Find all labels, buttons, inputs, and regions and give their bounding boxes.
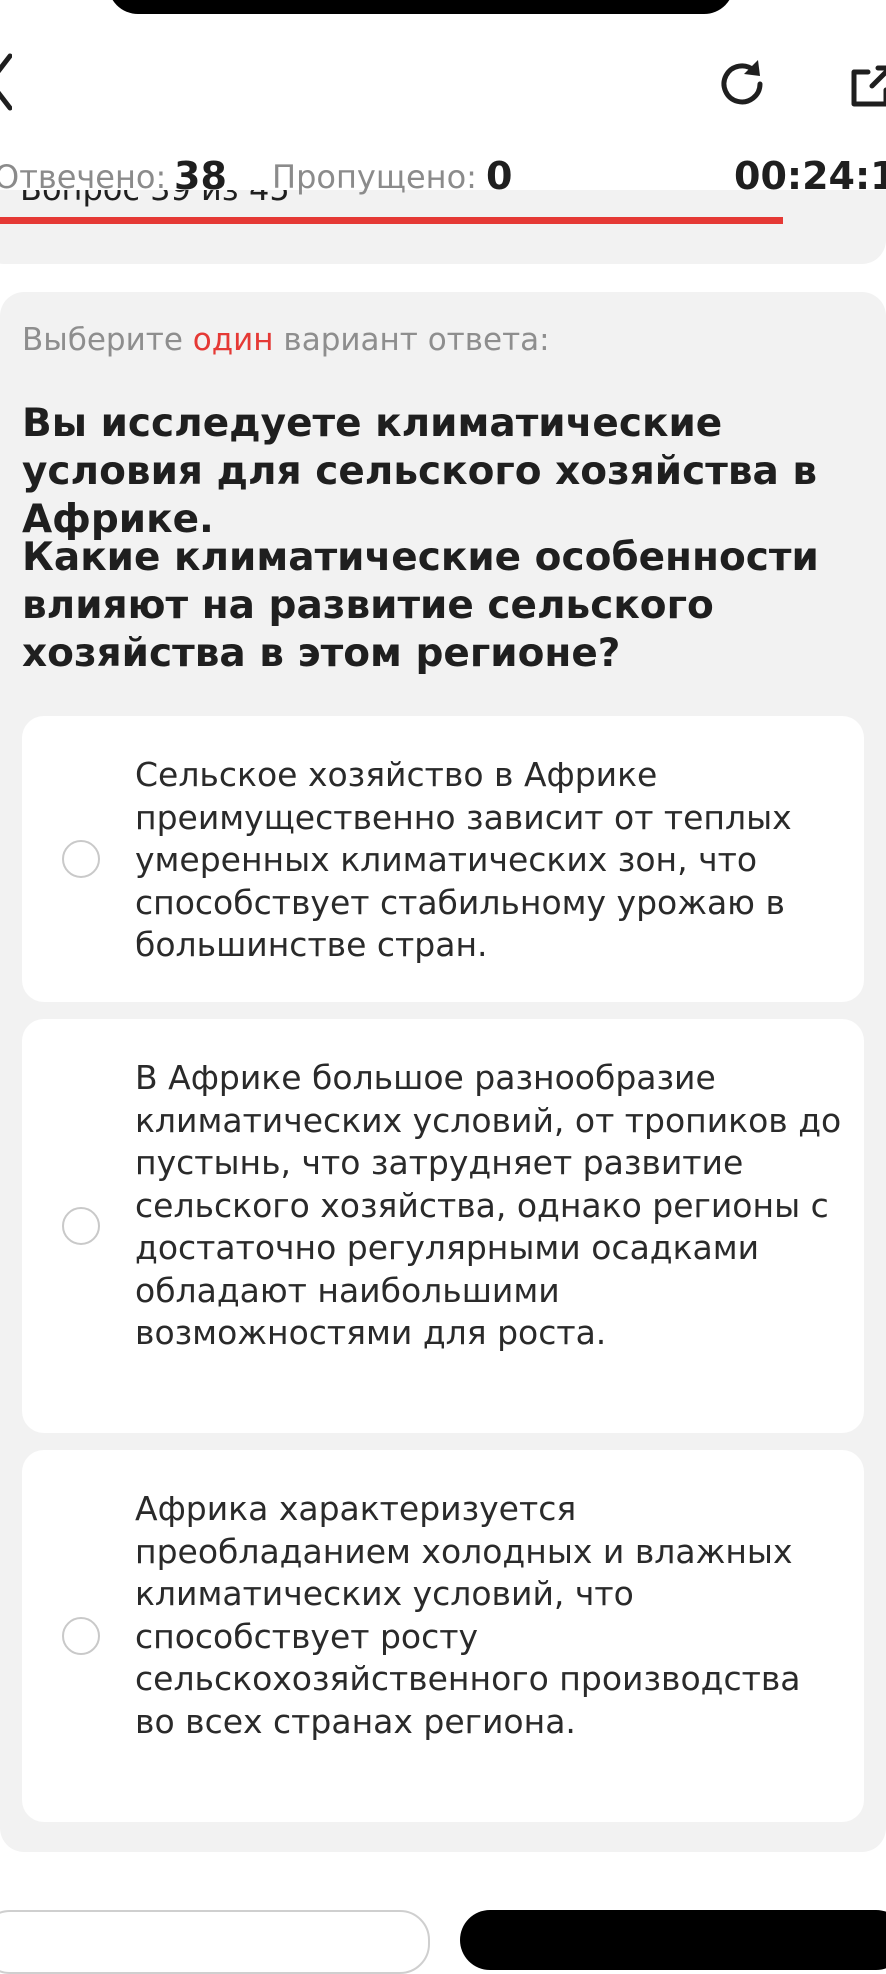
answer-option-3[interactable]: Африка характеризуется преобладанием хол… — [22, 1450, 864, 1822]
instruction-suffix: вариант ответа: — [273, 322, 550, 358]
stats-bar: Отвечено: 38 Пропущено: 0 00:24:12 — [0, 150, 886, 210]
instruction: Выберите один вариант ответа: — [22, 322, 550, 358]
instruction-accent: один — [192, 322, 274, 358]
timer: 00:24:12 — [734, 154, 886, 198]
skipped-label: Пропущено: — [272, 158, 477, 196]
next-button[interactable] — [460, 1910, 886, 1970]
reload-icon[interactable] — [714, 56, 770, 112]
radio-button[interactable] — [62, 1207, 100, 1245]
instruction-prefix: Выберите — [22, 322, 193, 358]
radio-button[interactable] — [62, 1617, 100, 1655]
answer-option-2[interactable]: В Африке большое разнообразие климатичес… — [22, 1019, 864, 1433]
question-text-2: Какие климатические особенности влияют н… — [22, 535, 819, 676]
answered-label: Отвечено: — [0, 158, 167, 196]
external-link-icon[interactable] — [846, 62, 886, 112]
radio-button[interactable] — [62, 840, 100, 878]
progress-bar — [0, 217, 783, 224]
skipped-count: 0 — [486, 154, 513, 198]
top-bar — [0, 0, 886, 170]
answer-option-text: В Африке большое разнообразие климатичес… — [135, 1058, 842, 1352]
question-text-1: Вы исследуете климатические условия для … — [22, 401, 818, 542]
answer-option-text: Африка характеризуется преобладанием хол… — [135, 1489, 801, 1741]
answer-option-text: Сельское хозяйство в Африке преимуществе… — [135, 755, 792, 964]
answer-option-1[interactable]: Сельское хозяйство в Африке преимуществе… — [22, 716, 864, 1002]
answered-count: 38 — [174, 154, 227, 198]
chevron-left-icon[interactable] — [0, 52, 12, 112]
